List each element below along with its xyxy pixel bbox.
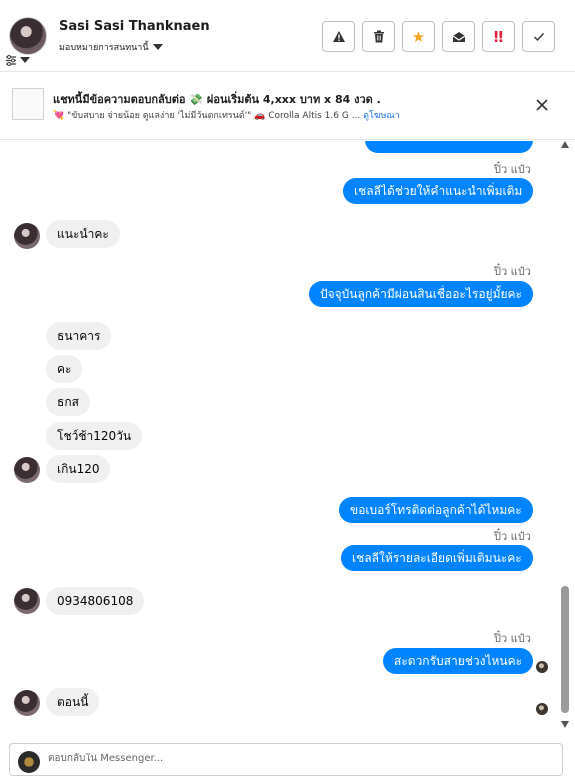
message-out[interactable]: ขอเบอร์โทรติดต่อลูกค้าได้ไหมคะ <box>339 497 533 523</box>
view-ad-link[interactable]: ดูโฆษณา <box>363 111 400 121</box>
ad-context-banner: แชทนี้มีข้อความตอบกลับต่อ 💸 ผ่อนเริ่มต้น… <box>0 73 575 140</box>
conversation-actions: ★ ‼ <box>322 21 555 52</box>
assign-label: มอบหมายการสนทนานี้ <box>59 43 149 53</box>
sender-avatar <box>14 690 40 716</box>
sender-name: ปิ๋ว แป๋ว <box>494 530 531 543</box>
message-out[interactable]: สะดวกรับสายช่วงไหนคะ <box>383 648 534 674</box>
seen-avatar-icon <box>536 703 548 715</box>
scroll-down-arrow-icon[interactable] <box>561 721 569 728</box>
sender-avatar <box>14 588 40 614</box>
ad-subtitle: 💘 "ขับสบาย จ่ายน้อย ดูแลง่าย 'ไม่มีวันตก… <box>53 108 400 122</box>
close-icon[interactable] <box>536 96 548 115</box>
page-avatar <box>18 751 40 773</box>
check-icon <box>533 32 545 42</box>
message-in[interactable]: แนะนำคะ <box>46 220 120 248</box>
scroll-up-arrow-icon[interactable] <box>561 141 569 148</box>
settings-sliders-icon[interactable] <box>5 53 39 67</box>
assign-conversation-dropdown[interactable]: มอบหมายการสนทนานี้ <box>59 40 163 54</box>
contact-name: Sasi Sasi Thanknaen <box>59 19 210 34</box>
star-button[interactable]: ★ <box>402 21 435 52</box>
mark-important-button[interactable]: ‼ <box>482 21 515 52</box>
message-in[interactable]: เกิน120 <box>46 455 111 483</box>
mark-done-button[interactable] <box>522 21 555 52</box>
chevron-down-icon <box>20 57 30 63</box>
double-exclamation-icon: ‼ <box>493 27 504 46</box>
message-in[interactable]: คะ <box>46 355 83 383</box>
message-in[interactable]: โชว์ช้า120วัน <box>46 422 143 450</box>
message-out-partial[interactable] <box>365 141 533 153</box>
star-icon: ★ <box>411 27 426 46</box>
message-out[interactable]: เชลลีได้ช่วยให้คำแนะนำเพิ่มเติม <box>343 178 534 204</box>
warning-icon <box>332 30 346 43</box>
sender-avatar <box>14 457 40 483</box>
ad-title: แชทนี้มีข้อความตอบกลับต่อ 💸 ผ่อนเริ่มต้น… <box>53 93 381 106</box>
ad-subtitle-text: 💘 "ขับสบาย จ่ายน้อย ดูแลง่าย 'ไม่มีวันตก… <box>53 111 361 121</box>
envelope-open-icon <box>452 31 466 43</box>
chevron-down-icon <box>152 44 163 50</box>
message-out[interactable]: ปัจจุบันลูกค้ามีผ่อนสินเชื่ออะไรอยู่มั้ย… <box>309 281 534 307</box>
reply-composer <box>9 743 563 776</box>
message-in[interactable]: ธนาคาร <box>46 322 112 350</box>
message-in[interactable]: ธกส <box>46 388 90 416</box>
message-thread: ปิ๋ว แป๋ว เชลลีได้ช่วยให้คำแนะนำเพิ่มเติ… <box>0 141 557 735</box>
ad-thumbnail[interactable] <box>12 88 44 120</box>
conversation-header: Sasi Sasi Thanknaen มอบหมายการสนทนานี้ ★… <box>0 0 575 72</box>
sender-avatar <box>14 223 40 249</box>
reply-input[interactable] <box>48 753 548 764</box>
sender-name: ปิ๋ว แป๋ว <box>494 632 531 645</box>
trash-icon <box>373 30 385 43</box>
delete-button[interactable] <box>362 21 395 52</box>
report-spam-button[interactable] <box>322 21 355 52</box>
contact-avatar[interactable] <box>9 17 47 55</box>
message-out[interactable]: เชลลีให้รายละเอียดเพิ่มเติมนะคะ <box>341 545 533 571</box>
seen-avatar-icon <box>536 661 548 673</box>
message-in[interactable]: ตอนนี้ <box>46 688 100 716</box>
mark-unread-button[interactable] <box>442 21 475 52</box>
scrollbar-thumb[interactable] <box>561 586 569 713</box>
message-in[interactable]: 0934806108 <box>46 587 145 615</box>
message-scrollbar[interactable] <box>558 141 572 735</box>
sender-name: ปิ๋ว แป๋ว <box>494 265 531 278</box>
sender-name: ปิ๋ว แป๋ว <box>494 163 531 176</box>
